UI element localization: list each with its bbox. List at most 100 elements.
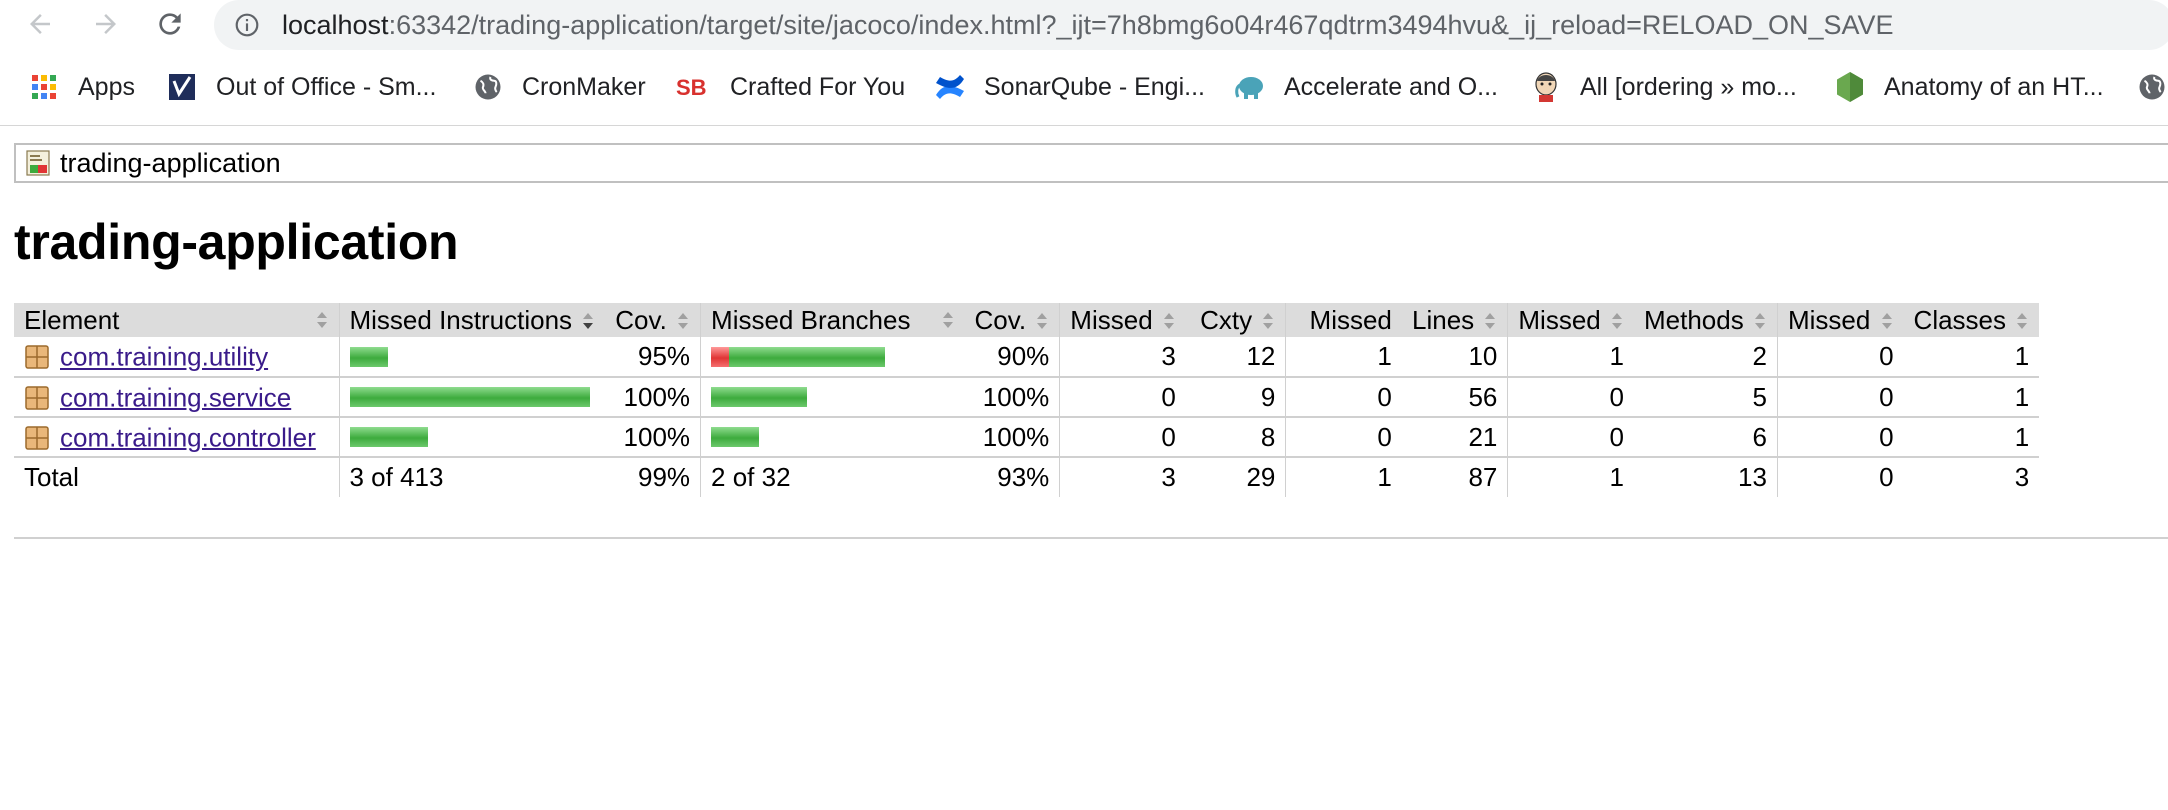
breadcrumb-item: trading-application — [60, 147, 281, 178]
col-header-label: Missed — [1787, 304, 1871, 335]
total-missed-branches: 2 of 32 — [700, 457, 965, 497]
branch-coverage-cell: 100% — [964, 377, 1060, 418]
bookmark-label: Out of Office - Sm... — [216, 72, 437, 101]
bookmark-accelerate[interactable]: Accelerate and O... — [1234, 69, 1498, 105]
missed-branches-bar — [700, 337, 965, 378]
total-instr-coverage: 99% — [637, 462, 691, 492]
missed-instructions-bar — [338, 377, 606, 418]
classes-cell: 1 — [1903, 377, 2040, 418]
forward-button[interactable] — [88, 6, 124, 42]
bookmark-out-of-office[interactable]: Out of Office - Sm... — [166, 69, 436, 105]
lines-cell: 10 — [1401, 337, 1508, 378]
bookmark-anatomy-http[interactable]: Anatomy of an HT... — [1834, 69, 2104, 105]
cxty-cell: 9 — [1185, 377, 1286, 418]
bookmark-label: All [ordering » mo... — [1580, 72, 1797, 101]
col-header-missed-classes[interactable]: Missed — [1776, 303, 1904, 337]
page-title: trading-application — [14, 214, 459, 270]
element-cell: com.training.utility — [14, 337, 339, 378]
globe-icon — [2136, 71, 2168, 103]
col-header-label: Methods — [1643, 304, 1744, 335]
back-button[interactable] — [22, 6, 58, 42]
svg-text:SB: SB — [676, 75, 707, 99]
bookmark-cronmaker[interactable]: CronMaker — [472, 69, 646, 105]
cxty-cell: 8 — [1185, 417, 1286, 458]
col-header-element[interactable]: Element — [14, 303, 339, 337]
nodejs-hexagon-icon — [1834, 71, 1866, 103]
url-path: :63342/trading-application/target/site/j… — [388, 10, 1894, 40]
total-missed-classes: 0 — [1776, 457, 1904, 497]
missed-classes-cell: 0 — [1776, 377, 1904, 418]
total-missed-methods: 1 — [1507, 457, 1634, 497]
back-arrow-icon — [30, 14, 50, 34]
col-header-label: Cov. — [615, 304, 667, 335]
table-row: com.training.utility 95% 90% 3 12 1 10 1… — [14, 337, 2040, 378]
bookmark-overflow[interactable] — [2136, 69, 2168, 105]
sort-icon — [2015, 311, 2029, 331]
bookmark-sonarqube[interactable]: SonarQube - Engi... — [934, 69, 1205, 105]
elephant-icon — [1234, 71, 1266, 103]
site-info-icon[interactable] — [234, 12, 260, 38]
sort-icon — [676, 311, 690, 331]
col-header-instr-coverage[interactable]: Cov. — [605, 303, 701, 337]
bookmark-crafted-for-you[interactable]: SB Crafted For You — [676, 69, 905, 105]
lines-cell: 21 — [1401, 417, 1508, 458]
apps-grid-icon — [28, 71, 60, 103]
coverage-table: Element Missed Instructions Cov. Missed … — [14, 303, 2040, 497]
total-cxty: 29 — [1246, 462, 1276, 492]
table-header-row: Element Missed Instructions Cov. Missed … — [14, 303, 2040, 337]
bookmark-all-ordering[interactable]: All [ordering » mo... — [1530, 69, 1797, 105]
col-header-classes[interactable]: Classes — [1903, 303, 2040, 337]
col-header-label: Missed Instructions — [349, 304, 573, 335]
sort-icon — [1610, 311, 1624, 331]
missed-bar-segment — [711, 346, 730, 367]
reload-button[interactable] — [152, 6, 188, 42]
col-header-missed-methods[interactable]: Missed — [1507, 303, 1634, 337]
forward-arrow-icon — [96, 14, 116, 34]
bookmark-label: Apps — [78, 72, 135, 101]
package-link[interactable]: com.training.service — [60, 382, 291, 412]
missed-lines-cell: 0 — [1285, 417, 1402, 458]
package-link[interactable]: com.training.controller — [60, 422, 316, 452]
col-header-lines[interactable]: Lines — [1401, 303, 1508, 337]
bookmark-label: CronMaker — [522, 72, 646, 101]
missed-instructions-bar — [338, 417, 606, 458]
col-header-label: Element — [24, 304, 120, 335]
missed-cxty-cell: 0 — [1059, 417, 1186, 458]
branch-coverage-cell: 90% — [964, 337, 1060, 378]
bookmark-label: Crafted For You — [730, 72, 906, 101]
reload-icon — [159, 13, 181, 35]
col-header-cxty[interactable]: Cxty — [1185, 303, 1286, 337]
lines-cell: 56 — [1401, 377, 1508, 418]
missed-lines-cell: 1 — [1285, 337, 1402, 378]
package-link[interactable]: com.training.utility — [60, 342, 268, 372]
sort-icon — [1483, 311, 1497, 331]
bookmark-label: Anatomy of an HT... — [1884, 72, 2104, 101]
confluence-icon — [934, 71, 966, 103]
col-header-methods[interactable]: Methods — [1633, 303, 1778, 337]
missed-cxty-cell: 0 — [1059, 377, 1186, 418]
total-classes: 3 — [2014, 462, 2030, 492]
total-missed-cxty: 3 — [1059, 457, 1186, 497]
missed-methods-cell: 0 — [1507, 377, 1634, 418]
package-icon — [25, 386, 49, 410]
missed-branches-bar — [700, 417, 965, 458]
total-lines: 87 — [1468, 462, 1498, 492]
globe-icon — [472, 71, 504, 103]
col-header-missed-branches[interactable]: Missed Branches — [700, 303, 965, 337]
col-header-label: Cxty — [1200, 304, 1253, 335]
col-header-branch-coverage[interactable]: Cov. — [964, 303, 1060, 337]
instr-coverage-cell: 100% — [605, 417, 701, 458]
col-header-missed-instructions[interactable]: Missed Instructions — [338, 303, 606, 337]
covered-bar-segment — [729, 346, 886, 367]
element-cell: com.training.service — [14, 377, 339, 418]
methods-cell: 6 — [1633, 417, 1778, 458]
col-header-missed-cxty[interactable]: Missed — [1059, 303, 1186, 337]
checkmark-logo-icon — [166, 71, 198, 103]
bookmark-apps[interactable]: Apps — [28, 69, 135, 105]
missed-branches-bar — [700, 377, 965, 418]
classes-cell: 1 — [1903, 417, 2040, 458]
url-text[interactable]: localhost:63342/trading-application/targ… — [282, 9, 1894, 41]
address-bar[interactable]: localhost:63342/trading-application/targ… — [214, 0, 2168, 50]
col-header-missed-lines[interactable]: Missed — [1285, 303, 1402, 337]
url-host: localhost — [282, 10, 389, 40]
